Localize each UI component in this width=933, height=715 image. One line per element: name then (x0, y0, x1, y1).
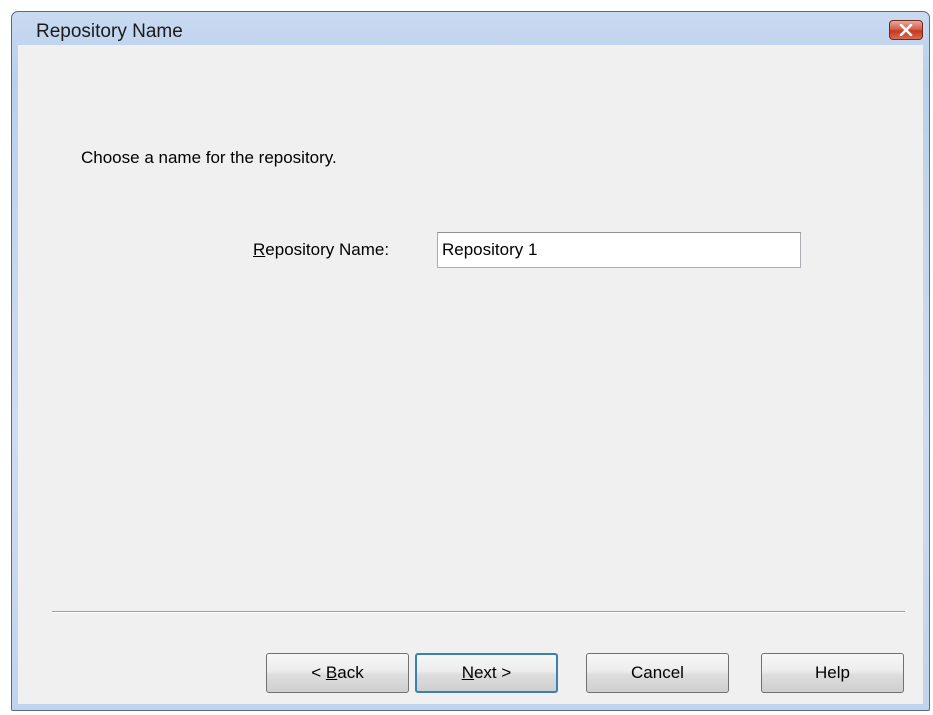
dialog-client-area: Choose a name for the repository. Reposi… (18, 45, 923, 704)
close-button[interactable] (889, 20, 923, 40)
title-bar[interactable]: Repository Name (12, 12, 929, 45)
back-button-accelerator: B (325, 663, 338, 682)
next-button-text: ext > (473, 663, 512, 682)
repository-name-label-text: epository Name: (265, 240, 390, 259)
next-button[interactable]: Next > (415, 653, 558, 693)
next-button-accelerator: N (461, 663, 474, 682)
separator-line (52, 611, 905, 613)
back-button-text: ack (337, 663, 364, 682)
close-icon (899, 24, 913, 36)
repository-name-label: Repository Name: (253, 240, 389, 260)
dialog-window: Repository Name Choose a name for the re… (11, 11, 930, 711)
repository-name-input[interactable] (437, 232, 801, 268)
back-button[interactable]: < Back (266, 653, 409, 693)
repository-name-label-accelerator: R (253, 240, 266, 259)
instruction-text: Choose a name for the repository. (81, 148, 337, 167)
window-title: Repository Name (36, 21, 183, 42)
back-button-prefix: < (311, 663, 326, 682)
cancel-button[interactable]: Cancel (586, 653, 729, 693)
help-button[interactable]: Help (761, 653, 904, 693)
